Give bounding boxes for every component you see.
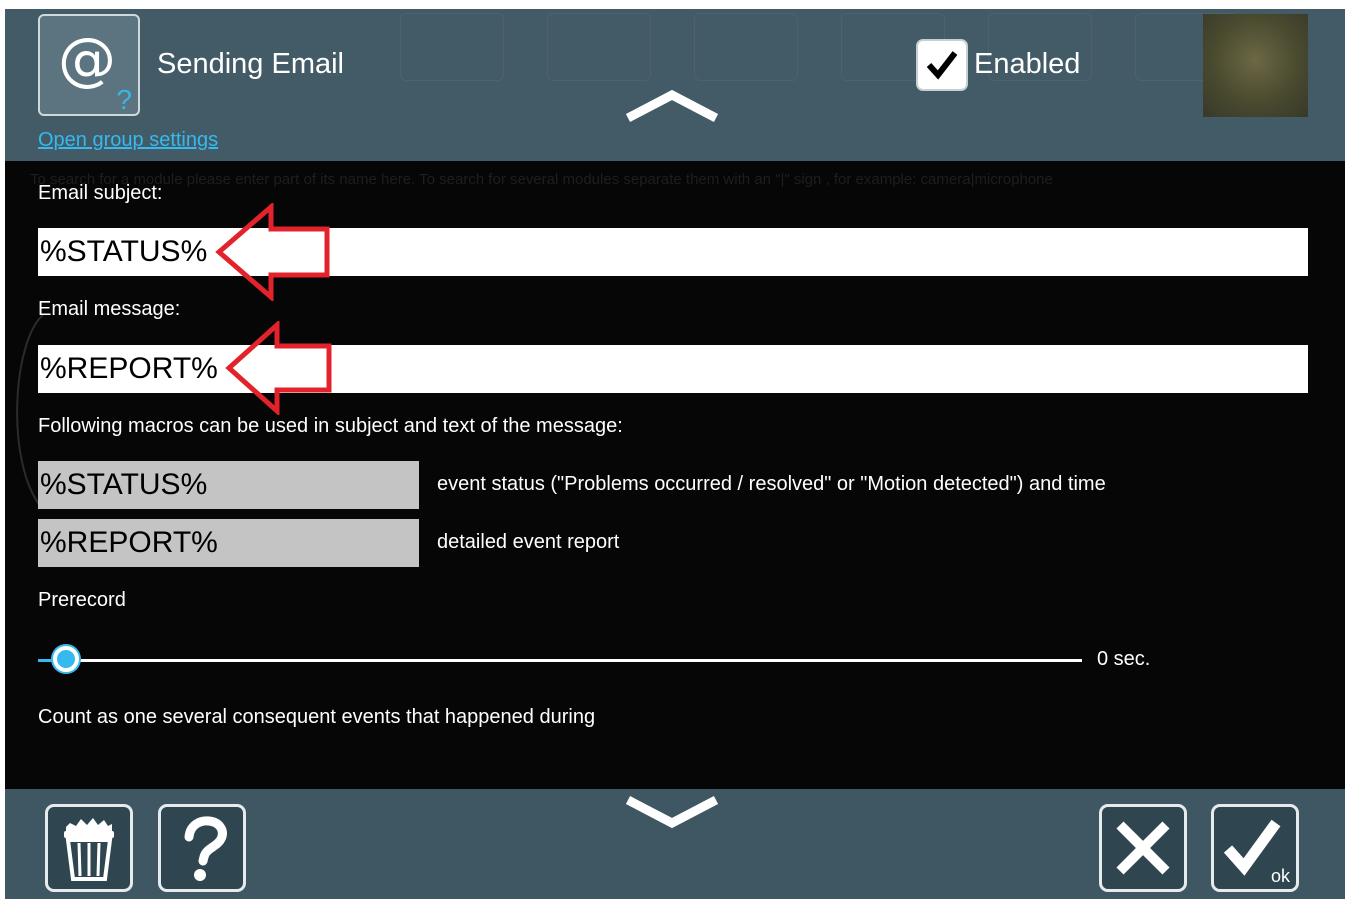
cancel-button[interactable] — [1099, 804, 1187, 892]
background-tile — [400, 13, 504, 81]
macros-intro-text: Following macros can be used in subject … — [38, 415, 623, 437]
module-icon-button[interactable]: @ ? — [38, 14, 140, 116]
annotation-arrow — [215, 203, 330, 301]
question-mark-icon: ? — [116, 84, 132, 115]
consequent-events-label: Count as one several consequent events t… — [38, 706, 596, 728]
macro-name: %STATUS% — [38, 461, 419, 509]
prerecord-slider-thumb[interactable] — [53, 646, 79, 672]
header-bar: @ ? Sending Email Open group settings En… — [5, 9, 1345, 161]
prerecord-value: 0 sec. — [1097, 648, 1151, 670]
enabled-checkbox[interactable] — [916, 39, 968, 91]
settings-panel: To search for a module please enter part… — [5, 161, 1345, 789]
help-button[interactable] — [158, 804, 246, 892]
chevron-down-icon[interactable] — [624, 795, 720, 831]
enabled-label[interactable]: Enabled — [974, 48, 1080, 81]
module-title: Sending Email — [157, 48, 344, 80]
camera-preview-thumbnail — [1203, 14, 1308, 117]
checkmark-icon — [926, 51, 958, 80]
ok-label: ok — [1270, 866, 1290, 886]
at-sign-icon: @ — [58, 25, 116, 93]
macro-description: detailed event report — [437, 531, 620, 553]
search-hint-text: To search for a module please enter part… — [30, 171, 1053, 188]
open-group-settings-link[interactable]: Open group settings — [38, 129, 218, 152]
annotation-arrow — [225, 321, 332, 415]
prerecord-slider-track[interactable] — [38, 659, 1082, 662]
module-settings-window: @ ? Sending Email Open group settings En… — [5, 9, 1345, 899]
ok-button[interactable]: ok — [1211, 804, 1299, 892]
macro-description: event status ("Problems occurred / resol… — [437, 473, 1106, 495]
macro-name: %REPORT% — [38, 519, 419, 567]
email-subject-label: Email subject: — [38, 182, 163, 204]
footer-bar: ok — [5, 789, 1345, 899]
email-message-label: Email message: — [38, 298, 181, 320]
delete-button[interactable] — [45, 804, 133, 892]
close-x-icon — [1116, 821, 1170, 875]
chevron-up-icon[interactable] — [624, 87, 720, 123]
background-tile — [547, 13, 651, 81]
trash-icon — [64, 818, 114, 881]
prerecord-label: Prerecord — [38, 589, 126, 611]
background-tile — [694, 13, 798, 81]
help-icon — [184, 816, 227, 881]
